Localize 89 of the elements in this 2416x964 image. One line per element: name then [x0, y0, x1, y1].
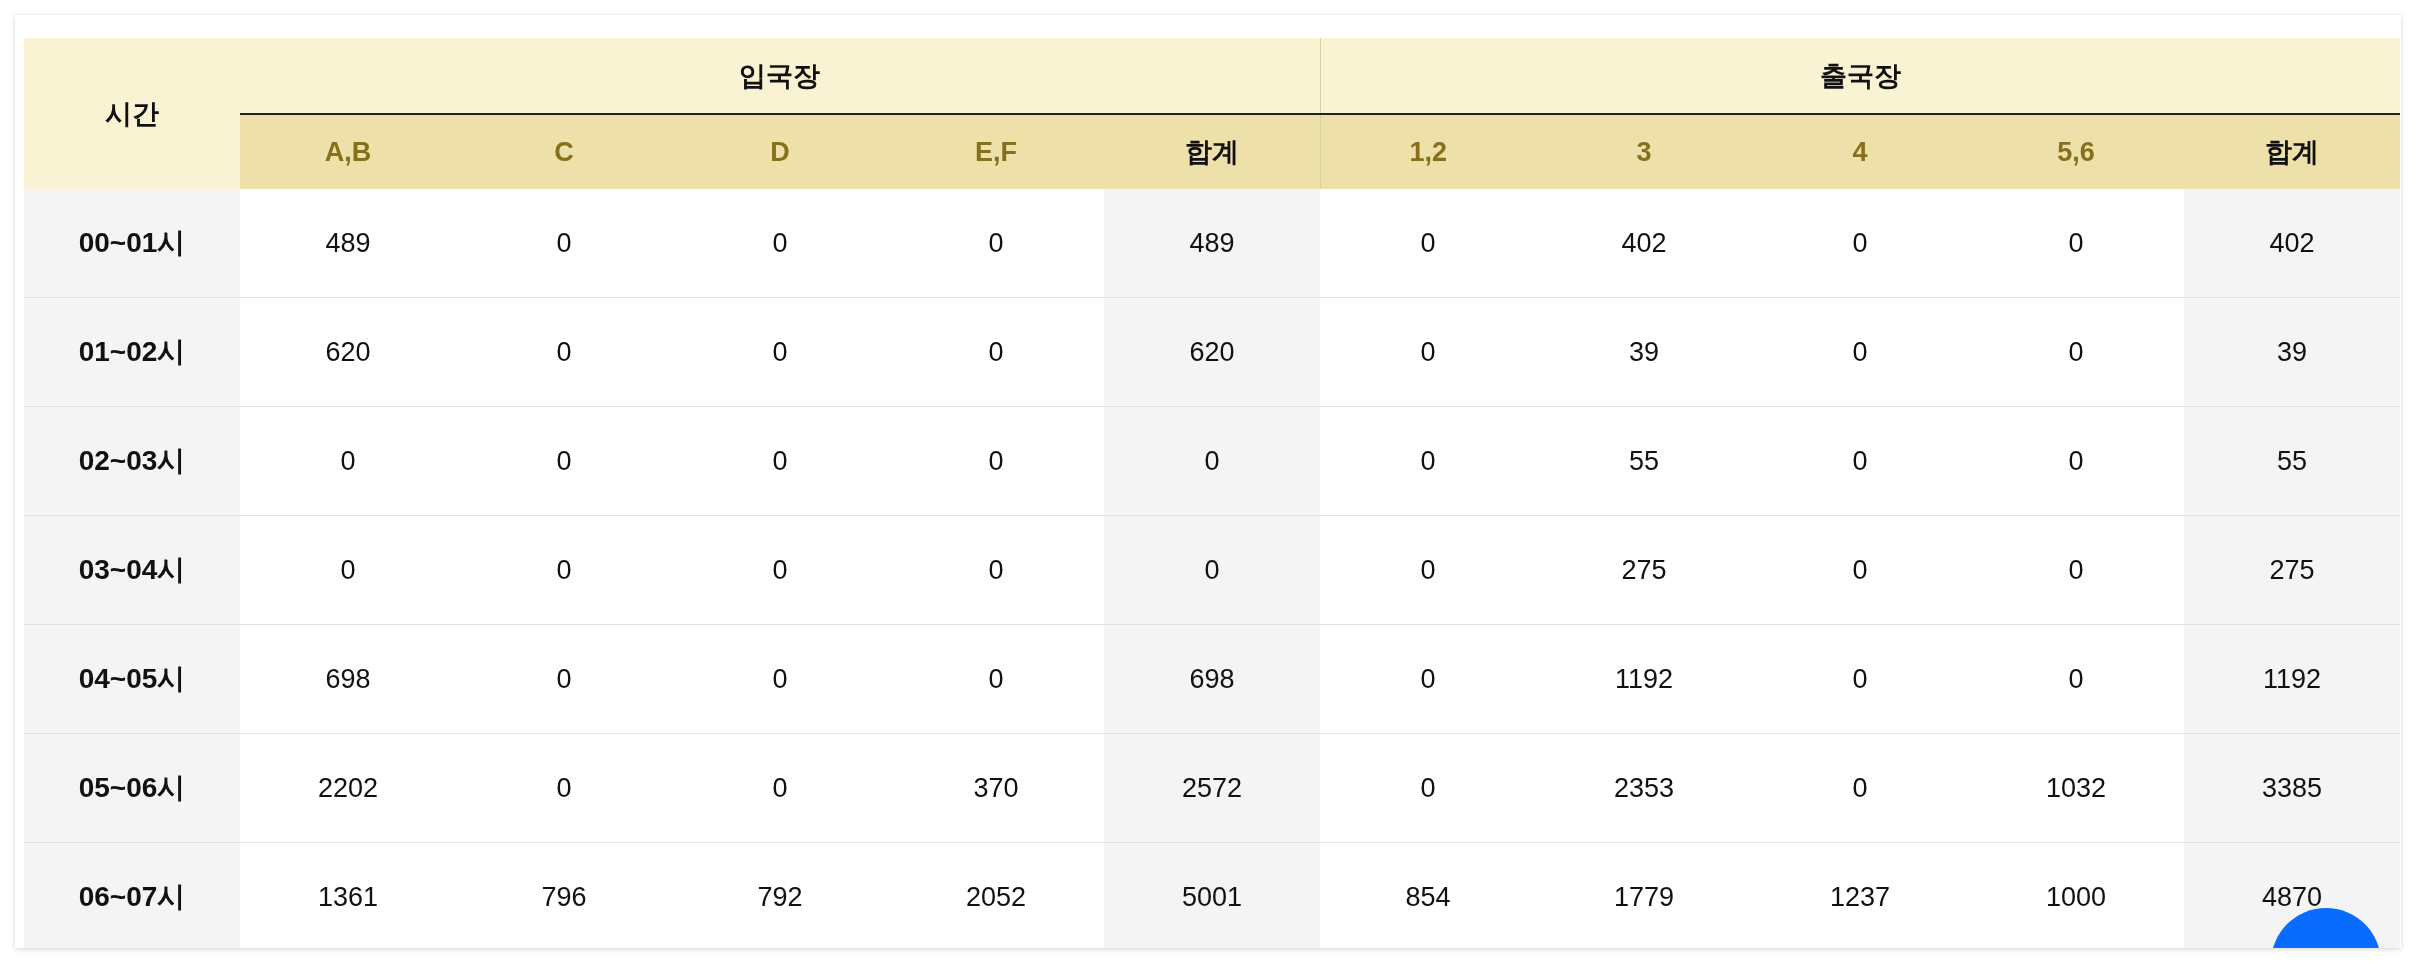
table-cell: 0 — [240, 515, 456, 625]
column-header: 1,2 — [1320, 114, 1536, 189]
table-cell: 0 — [1968, 624, 2184, 734]
table-cell: 1032 — [1968, 733, 2184, 843]
table-cell: 1779 — [1536, 842, 1752, 948]
table-cell: 0 — [672, 515, 888, 625]
table-cell: 39 — [1536, 297, 1752, 407]
table-cell: 0 — [240, 406, 456, 516]
table-cell: 2572 — [1104, 733, 1320, 843]
table-cell: 0 — [1752, 406, 1968, 516]
table-cell: 0 — [1104, 515, 1320, 625]
table-cell: 39 — [2184, 297, 2400, 407]
table-cell: 792 — [672, 842, 888, 948]
table-cell: 698 — [240, 624, 456, 734]
row-header: 02~03시 — [24, 406, 240, 516]
table-cell: 0 — [1752, 733, 1968, 843]
group-header: 입국장 — [240, 38, 1320, 114]
table-cell: 0 — [1968, 297, 2184, 407]
column-header: 5,6 — [1968, 114, 2184, 189]
table-cell: 0 — [1104, 406, 1320, 516]
table-cell: 489 — [240, 189, 456, 298]
table-cell: 698 — [1104, 624, 1320, 734]
column-header: 합계 — [2184, 114, 2400, 189]
column-header: 4 — [1752, 114, 1968, 189]
table-cell: 1192 — [1536, 624, 1752, 734]
table-cell: 0 — [672, 406, 888, 516]
table-cell: 0 — [456, 624, 672, 734]
table-cell: 0 — [672, 297, 888, 407]
table-cell: 402 — [1536, 189, 1752, 298]
table-cell: 0 — [1968, 189, 2184, 298]
table-cell: 0 — [456, 189, 672, 298]
table-cell: 0 — [888, 515, 1104, 625]
table-cell: 0 — [456, 733, 672, 843]
table-cell: 5001 — [1104, 842, 1320, 948]
table-cell: 0 — [1752, 515, 1968, 625]
table-cell: 1000 — [1968, 842, 2184, 948]
table-cell: 854 — [1320, 842, 1536, 948]
table-cell: 402 — [2184, 189, 2400, 298]
row-header: 01~02시 — [24, 297, 240, 407]
table-cell: 275 — [2184, 515, 2400, 625]
table-cell: 370 — [888, 733, 1104, 843]
column-header: C — [456, 114, 672, 189]
table-cell: 0 — [1968, 515, 2184, 625]
column-header: 시간 — [24, 38, 240, 189]
table-cell: 0 — [456, 515, 672, 625]
table-cell: 796 — [456, 842, 672, 948]
table-cell: 2202 — [240, 733, 456, 843]
column-header: 합계 — [1104, 114, 1320, 189]
row-header: 05~06시 — [24, 733, 240, 843]
group-header: 출국장 — [1320, 38, 2400, 114]
table-cell: 0 — [1320, 406, 1536, 516]
column-header: 3 — [1536, 114, 1752, 189]
table-cell: 55 — [1536, 406, 1752, 516]
column-header: A,B — [240, 114, 456, 189]
row-header: 03~04시 — [24, 515, 240, 625]
table-cell: 620 — [240, 297, 456, 407]
table-cell: 620 — [1104, 297, 1320, 407]
table-cell: 1361 — [240, 842, 456, 948]
table-cell: 0 — [888, 297, 1104, 407]
row-header: 06~07시 — [24, 842, 240, 948]
table-cell: 0 — [456, 297, 672, 407]
table-cell: 2353 — [1536, 733, 1752, 843]
row-header: 00~01시 — [24, 189, 240, 298]
table-cell: 0 — [1752, 624, 1968, 734]
row-header: 04~05시 — [24, 624, 240, 734]
table-cell: 0 — [672, 733, 888, 843]
table-cell: 0 — [672, 624, 888, 734]
table-cell: 55 — [2184, 406, 2400, 516]
table-cell: 0 — [888, 624, 1104, 734]
table-cell: 0 — [1320, 297, 1536, 407]
column-header: D — [672, 114, 888, 189]
table-cell: 0 — [1320, 624, 1536, 734]
table-cell: 0 — [1320, 189, 1536, 298]
table-cell: 0 — [672, 189, 888, 298]
table-cell: 275 — [1536, 515, 1752, 625]
table-cell: 0 — [1968, 406, 2184, 516]
table-cell: 0 — [1752, 189, 1968, 298]
table-cell: 1192 — [2184, 624, 2400, 734]
table-cell: 0 — [1752, 297, 1968, 407]
table-cell: 0 — [888, 189, 1104, 298]
column-header: E,F — [888, 114, 1104, 189]
table-cell: 489 — [1104, 189, 1320, 298]
table-cell: 0 — [888, 406, 1104, 516]
table-cell: 2052 — [888, 842, 1104, 948]
table-cell: 0 — [1320, 733, 1536, 843]
table-cell: 0 — [1320, 515, 1536, 625]
table-cell: 1237 — [1752, 842, 1968, 948]
table-cell: 3385 — [2184, 733, 2400, 843]
table-cell: 0 — [456, 406, 672, 516]
